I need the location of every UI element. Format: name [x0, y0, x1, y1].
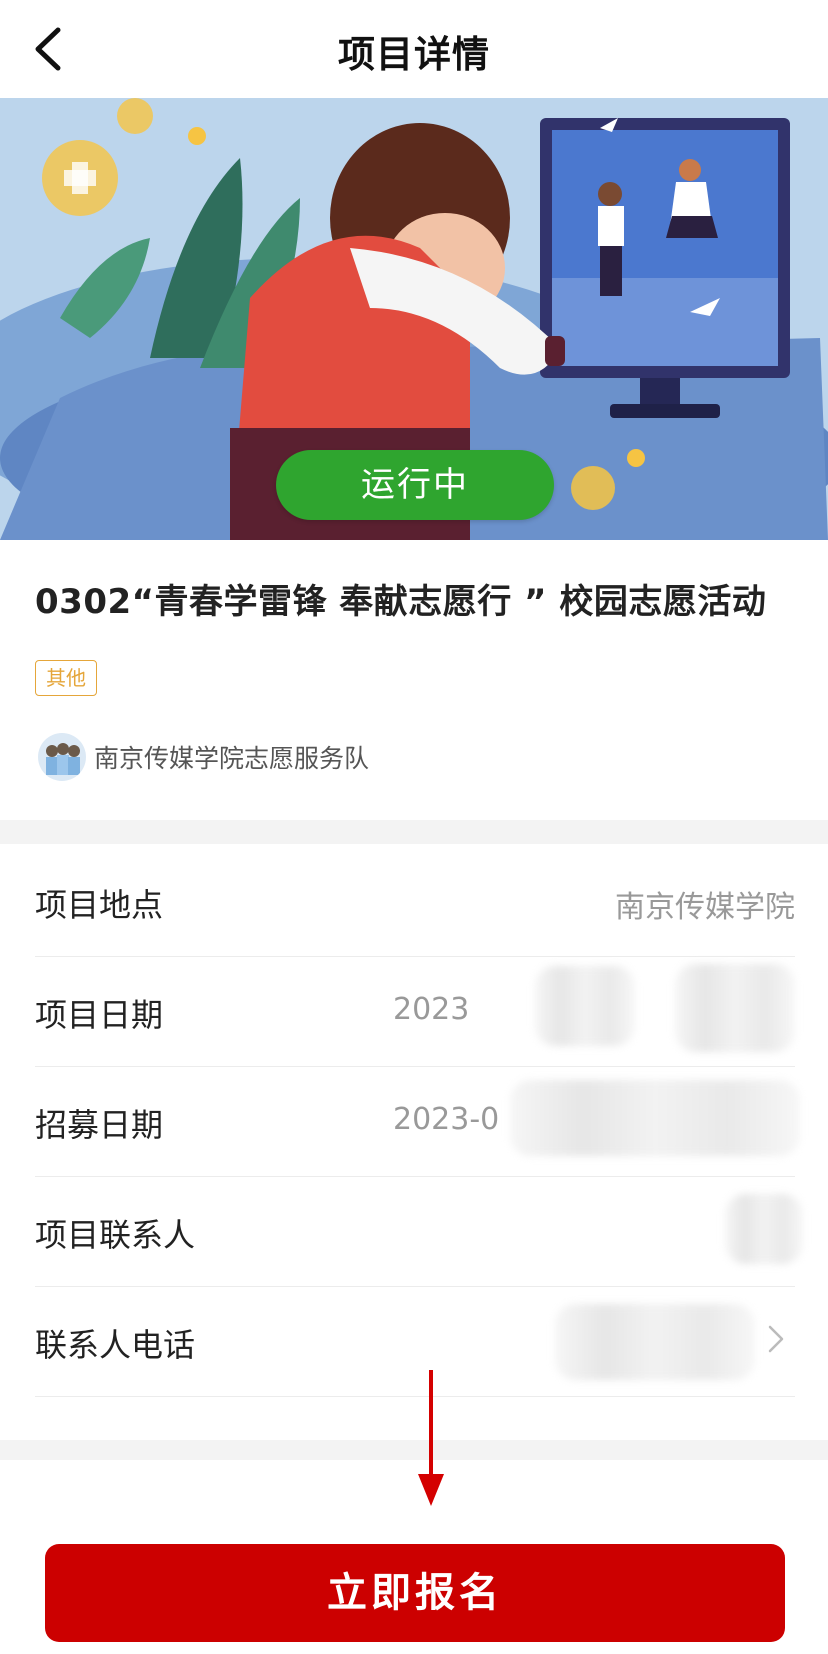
detail-label: 项目日期	[35, 996, 164, 1034]
redacted-area	[675, 964, 795, 1052]
section-divider	[0, 820, 828, 844]
redacted-area	[555, 1304, 755, 1380]
detail-value: 南京传媒学院	[615, 890, 795, 925]
organizer-name: 南京传媒学院志愿服务队	[94, 744, 370, 773]
redacted-area	[510, 1080, 800, 1156]
redacted-area	[725, 1194, 803, 1264]
detail-label: 项目联系人	[35, 1216, 196, 1254]
status-badge: 运行中	[276, 450, 554, 520]
organizer[interactable]: 南京传媒学院志愿服务队	[38, 732, 369, 782]
detail-row-location: 项目地点 南京传媒学院	[35, 846, 795, 957]
nav-bar: 项目详情	[0, 0, 828, 98]
detail-row-contact: 项目联系人	[35, 1176, 803, 1287]
section-divider	[0, 1440, 828, 1460]
detail-row-project-date: 项目日期 2023	[35, 956, 795, 1067]
redacted-area	[535, 966, 635, 1046]
project-title: 0302“青春学雷锋 奉献志愿行 ” 校园志愿活动	[35, 582, 767, 622]
detail-value: 2023	[393, 992, 470, 1027]
arrow-down-icon	[418, 1370, 444, 1506]
signup-button[interactable]: 立即报名	[45, 1544, 785, 1642]
detail-label: 项目地点	[35, 886, 164, 924]
category-tag: 其他	[35, 660, 97, 696]
detail-row-phone[interactable]: 联系人电话	[35, 1286, 795, 1397]
detail-label: 联系人电话	[35, 1326, 196, 1364]
detail-label: 招募日期	[35, 1106, 164, 1144]
chevron-right-icon[interactable]	[767, 1324, 785, 1354]
detail-value: 2023-0	[393, 1102, 500, 1137]
avatar	[38, 733, 86, 781]
detail-row-recruit-date: 招募日期 2023-0	[35, 1066, 800, 1177]
page-title: 项目详情	[338, 33, 490, 76]
